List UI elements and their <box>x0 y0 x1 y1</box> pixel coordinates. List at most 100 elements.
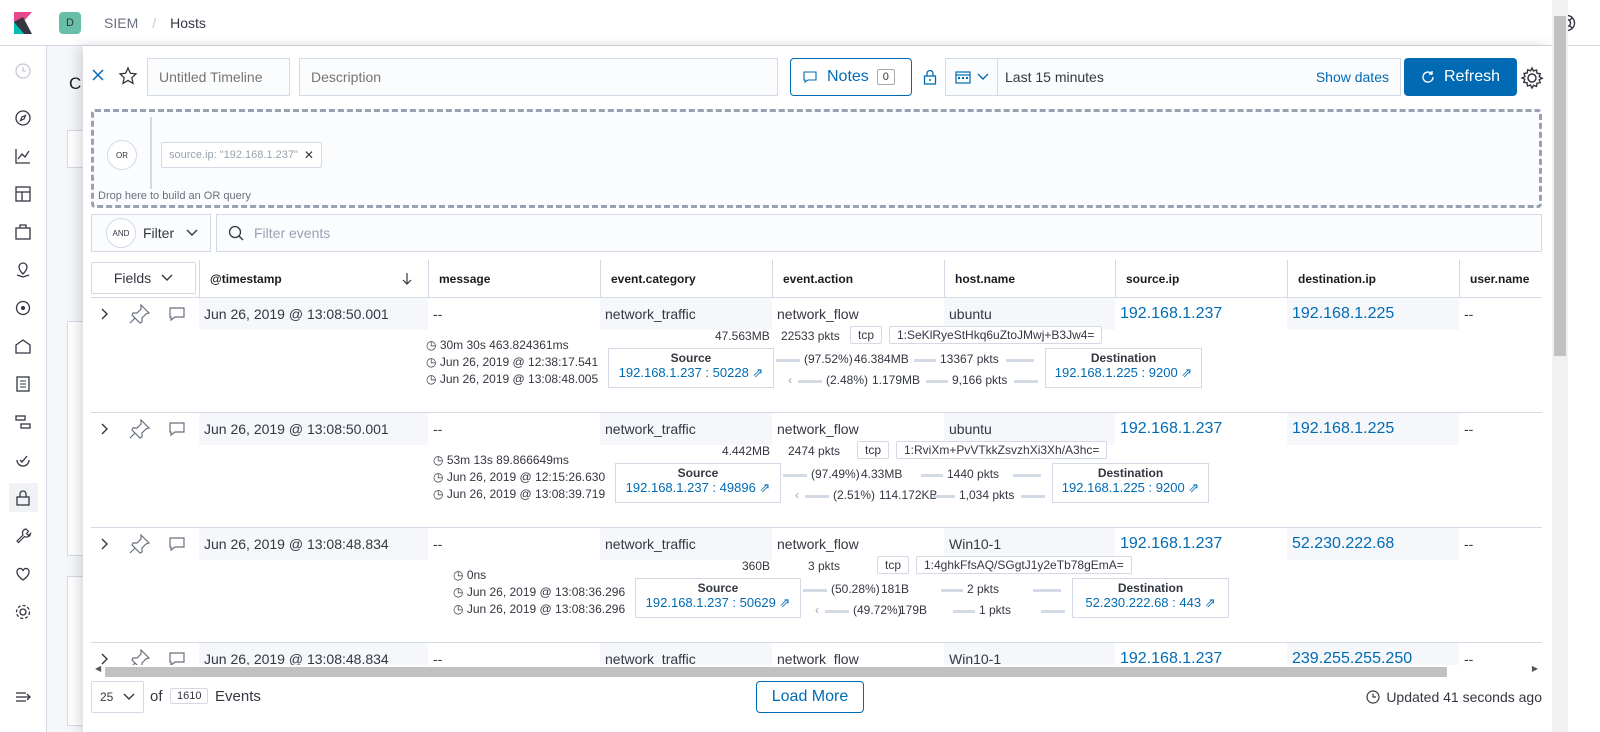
timeline-description-input[interactable] <box>299 58 778 96</box>
filter-dropdown[interactable]: AND Filter <box>91 214 211 252</box>
monitoring-heart-icon[interactable] <box>14 565 32 583</box>
netflow-summary: ◷ 0ns ◷ Jun 26, 2019 @ 13:08:36.296 ◷ Jun … <box>91 556 1542 638</box>
logs-icon[interactable] <box>14 375 32 393</box>
visualize-icon[interactable] <box>14 147 32 165</box>
timeline-title-input[interactable] <box>147 58 290 96</box>
maps-icon[interactable] <box>14 261 32 279</box>
apm-icon[interactable] <box>14 413 32 431</box>
column-header-source-ip[interactable]: source.ip <box>1115 260 1287 298</box>
column-header-timestamp[interactable]: @timestamp <box>199 260 428 298</box>
protocol-badge[interactable]: tcp <box>857 441 890 459</box>
of-label: of <box>150 688 163 705</box>
dashboard-icon[interactable] <box>14 185 32 203</box>
settings-gear-icon[interactable] <box>1520 66 1544 90</box>
cell-source-ip[interactable]: 192.168.1.237 <box>1115 528 1287 560</box>
cell-destination-ip-value[interactable]: 192.168.1.225 <box>1292 305 1394 323</box>
pin-icon[interactable] <box>128 304 150 324</box>
favorite-star-icon[interactable] <box>118 66 138 86</box>
flow-bar <box>825 610 849 613</box>
lock-icon[interactable] <box>923 69 937 85</box>
management-gear-icon[interactable] <box>14 603 32 621</box>
breadcrumb-separator: / <box>152 14 157 31</box>
cell-destination-ip[interactable]: 192.168.1.225 <box>1287 298 1459 330</box>
flow-bar <box>941 589 963 592</box>
date-picker[interactable]: Last 15 minutes Show dates <box>945 58 1401 96</box>
expand-chevron-icon[interactable] <box>95 535 113 553</box>
source-address[interactable]: 192.168.1.237 : 50228 ⇗ <box>619 365 764 380</box>
add-note-comment-icon[interactable] <box>168 305 186 323</box>
discover-compass-icon[interactable] <box>14 109 32 127</box>
source-address[interactable]: 192.168.1.237 : 49896 ⇗ <box>626 480 771 495</box>
pin-icon[interactable] <box>128 534 150 554</box>
fields-button[interactable]: Fields <box>91 262 196 294</box>
column-label: @timestamp <box>210 272 282 286</box>
kibana-logo-icon[interactable] <box>0 0 46 46</box>
cell-host-name-value: ubuntu <box>949 306 992 322</box>
protocol-badge[interactable]: tcp <box>850 326 883 344</box>
cell-destination-ip-value[interactable]: 192.168.1.225 <box>1292 420 1394 438</box>
destination-address[interactable]: 192.168.1.225 : 9200 ⇗ <box>1055 365 1192 380</box>
dev-tools-icon[interactable] <box>14 527 32 545</box>
space-avatar[interactable]: D <box>59 11 81 34</box>
total-bytes: 4.442MB <box>722 444 771 458</box>
infrastructure-icon[interactable] <box>14 337 32 355</box>
column-header-event-action[interactable]: event.action <box>772 260 944 298</box>
cell-destination-ip[interactable]: 52.230.222.68 <box>1287 528 1459 560</box>
expand-chevron-icon[interactable] <box>95 305 113 323</box>
dropzone-hint: Drop here to build an OR query <box>98 190 251 202</box>
scrollbar-thumb[interactable] <box>105 667 1447 677</box>
remove-pill-icon[interactable]: ✕ <box>304 148 314 162</box>
close-icon[interactable] <box>91 68 105 82</box>
source-address[interactable]: 192.168.1.237 : 50629 ⇗ <box>646 595 791 610</box>
scrollbar-thumb[interactable] <box>1554 16 1566 356</box>
column-header-user-name[interactable]: user.name <box>1459 260 1542 298</box>
siem-lock-icon[interactable] <box>14 489 32 507</box>
destination-address[interactable]: 192.168.1.225 : 9200 ⇗ <box>1062 480 1199 495</box>
breadcrumb-siem[interactable]: SIEM <box>104 15 138 31</box>
destination-box: Destination 192.168.1.225 : 9200 ⇗ <box>1052 463 1209 503</box>
quick-menu-button[interactable] <box>946 59 998 95</box>
or-query-dropzone[interactable]: OR source.ip: "192.168.1.237" ✕ Drop her… <box>91 109 1542 208</box>
canvas-icon[interactable] <box>14 223 32 241</box>
chevron-down-icon <box>186 229 198 236</box>
pin-icon[interactable] <box>128 419 150 439</box>
sort-descending-icon[interactable] <box>402 273 412 285</box>
recent-clock-icon[interactable] <box>14 62 32 80</box>
query-pill[interactable]: source.ip: "192.168.1.237" ✕ <box>161 142 322 168</box>
show-dates-link[interactable]: Show dates <box>1316 69 1389 85</box>
cell-host-name-value: Win10-1 <box>949 536 1002 552</box>
scroll-left-icon[interactable]: ◀ <box>95 664 101 673</box>
load-more-button[interactable]: Load More <box>756 681 864 713</box>
column-header-destination-ip[interactable]: destination.ip <box>1287 260 1459 298</box>
add-note-comment-icon[interactable] <box>168 420 186 438</box>
ml-icon[interactable] <box>14 299 32 317</box>
cell-destination-ip-value[interactable]: 52.230.222.68 <box>1292 535 1394 553</box>
column-header-message[interactable]: message <box>428 260 600 298</box>
calendar-icon <box>954 71 971 84</box>
uptime-icon[interactable] <box>14 451 32 469</box>
column-header-host-name[interactable]: host.name <box>944 260 1115 298</box>
column-header-event-category[interactable]: event.category <box>600 260 772 298</box>
add-note-comment-icon[interactable] <box>168 535 186 553</box>
horizontal-scrollbar[interactable]: ◀ ▶ <box>91 664 1542 677</box>
destination-address[interactable]: 52.230.222.68 : 443 ⇗ <box>1085 595 1215 610</box>
collapse-nav-icon[interactable] <box>14 688 32 706</box>
notes-button[interactable]: Notes 0 <box>790 58 912 96</box>
community-id-badge[interactable]: 1:RviXm+PvVTkkZsvzhXi3Xh/A3hc= <box>896 441 1108 459</box>
cell-source-ip-value[interactable]: 192.168.1.237 <box>1120 420 1222 438</box>
rows-per-page-select[interactable]: 25 <box>91 681 144 713</box>
filter-events-input[interactable]: Filter events <box>216 214 1542 252</box>
cell-source-ip[interactable]: 192.168.1.237 <box>1115 413 1287 445</box>
vertical-scrollbar[interactable] <box>1552 0 1568 732</box>
cell-source-ip-value[interactable]: 192.168.1.237 <box>1120 535 1222 553</box>
community-id-badge[interactable]: 1:4ghkFfsAQ/SGgtJ1y2eTb78gEmA= <box>916 556 1132 574</box>
cell-source-ip[interactable]: 192.168.1.237 <box>1115 298 1287 330</box>
cell-source-ip-value[interactable]: 192.168.1.237 <box>1120 305 1222 323</box>
protocol-badge[interactable]: tcp <box>877 556 910 574</box>
refresh-button[interactable]: Refresh <box>1404 58 1517 96</box>
expand-chevron-icon[interactable] <box>95 420 113 438</box>
scroll-right-icon[interactable]: ▶ <box>1532 664 1538 673</box>
cell-timestamp: Jun 26, 2019 @ 13:08:48.834 <box>199 528 428 560</box>
cell-destination-ip[interactable]: 192.168.1.225 <box>1287 413 1459 445</box>
community-id-badge[interactable]: 1:SeKlRyeStHkq6uZtoJMwj+B3Jw4= <box>889 326 1103 344</box>
